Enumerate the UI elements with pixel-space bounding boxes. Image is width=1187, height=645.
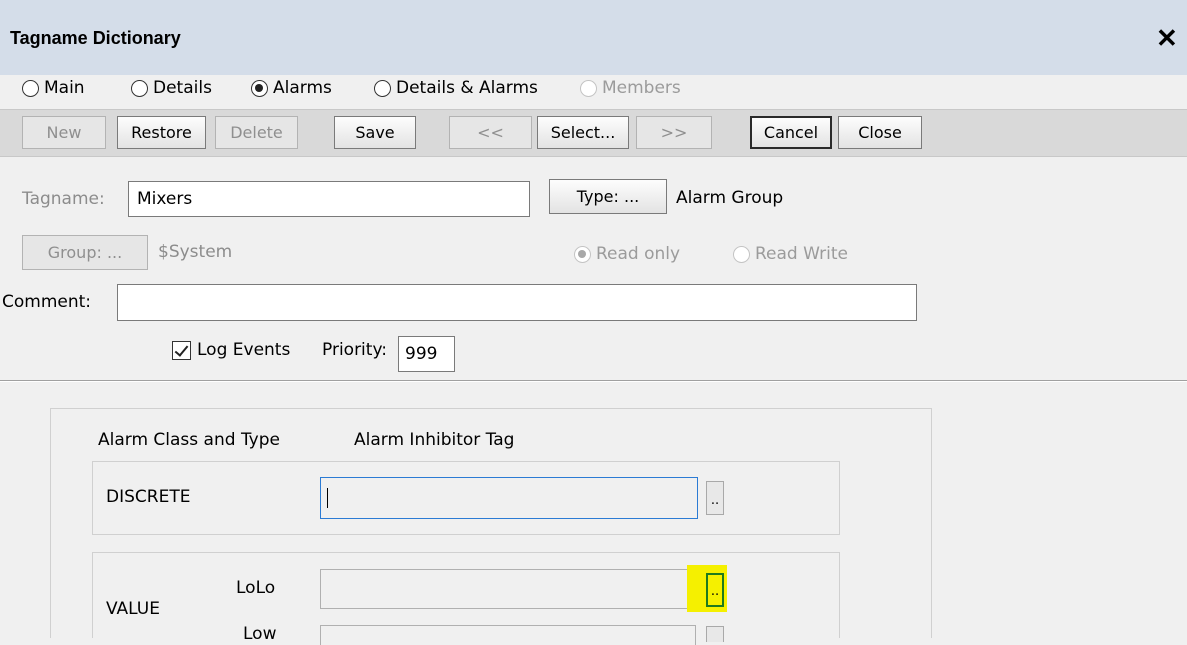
radio-circle-icon [580,79,597,97]
value-label: VALUE [106,599,160,619]
radio-alarms-label: Alarms [273,78,332,98]
cancel-button[interactable]: Cancel [750,116,832,149]
radio-details-alarms[interactable]: Details & Alarms [374,78,538,98]
radio-alarms[interactable]: Alarms [251,78,332,98]
type-button[interactable]: Type: ... [549,179,667,214]
radio-read-write-label: Read Write [755,244,849,264]
close-button[interactable]: Close [838,116,922,149]
low-inhibitor-input[interactable] [320,625,696,645]
new-button[interactable]: New [22,116,106,149]
alarm-class-type-header: Alarm Class and Type [98,430,280,450]
radio-circle-icon [131,79,148,97]
radio-circle-icon [374,79,391,97]
radio-circle-icon [733,245,750,263]
radio-details-alarms-label: Details & Alarms [396,78,538,98]
alarm-inhibitor-tag-header: Alarm Inhibitor Tag [354,430,515,450]
close-window-icon[interactable]: ✕ [1156,23,1178,54]
window-title: Tagname Dictionary [10,28,181,48]
previous-button[interactable]: << [449,116,532,149]
lolo-label: LoLo [236,578,276,598]
log-events-checkbox[interactable] [172,341,191,360]
select-button[interactable]: Select... [537,116,629,149]
type-value: Alarm Group [676,188,784,208]
priority-input[interactable]: 999 [398,336,455,372]
discrete-inhibitor-input[interactable] [320,477,698,519]
save-button[interactable]: Save [334,116,416,149]
log-events-label: Log Events [197,340,291,360]
low-label: Low [243,624,277,644]
discrete-label: DISCRETE [106,487,191,507]
tagname-label: Tagname: [22,189,105,209]
low-inhibitor-browse-button[interactable] [706,626,724,642]
discrete-inhibitor-browse-button[interactable]: .. [706,481,724,515]
next-button[interactable]: >> [636,116,712,149]
section-divider [0,380,1187,382]
comment-label: Comment: [2,292,92,312]
radio-details[interactable]: Details [131,78,212,98]
radio-read-only-label: Read only [596,244,681,264]
text-cursor [327,488,328,508]
comment-input[interactable] [117,284,917,321]
group-button[interactable]: Group: ... [22,235,148,270]
group-value: $System [158,242,233,262]
radio-members-label: Members [602,78,681,98]
radio-members: Members [580,78,681,98]
tagname-input[interactable]: Mixers [128,181,530,217]
radio-read-only: Read only [574,244,680,264]
priority-label: Priority: [322,340,387,360]
restore-button[interactable]: Restore [117,116,206,149]
radio-selected-icon [574,245,591,263]
lolo-inhibitor-input[interactable] [320,569,696,609]
radio-main[interactable]: Main [22,78,85,98]
radio-selected-icon [251,79,268,97]
radio-circle-icon [22,79,39,97]
view-mode-radio-group: Main Details Alarms Details & Alarms Mem… [0,75,1187,105]
radio-details-label: Details [153,78,212,98]
radio-main-label: Main [44,78,85,98]
lolo-inhibitor-browse-button[interactable]: .. [706,573,724,607]
radio-read-write: Read Write [733,244,848,264]
delete-button[interactable]: Delete [215,116,298,149]
